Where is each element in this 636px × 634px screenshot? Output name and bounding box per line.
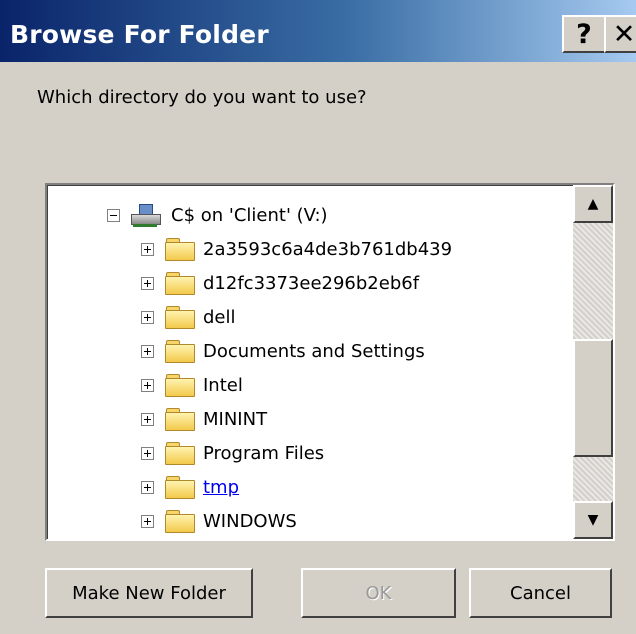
expand-icon[interactable] xyxy=(141,344,154,358)
tree-item-label: d12fc3373ee296b2eb6f xyxy=(203,272,420,294)
tree-root-label: C$ on 'Client' (V:) xyxy=(171,204,328,226)
tree-item-label: MININT xyxy=(203,408,268,430)
folder-icon xyxy=(165,238,195,261)
prompt-text: Which directory do you want to use? xyxy=(37,87,367,108)
expand-icon[interactable] xyxy=(141,412,154,426)
scroll-up-button[interactable]: ▲ xyxy=(573,185,613,223)
tree-item[interactable]: Program Files xyxy=(141,436,324,470)
vertical-scrollbar[interactable]: ▲ ▼ xyxy=(573,185,613,539)
folder-tree[interactable]: C$ on 'Client' (V:) 2a3593c6a4de3b761db4… xyxy=(45,183,615,541)
folder-icon xyxy=(165,306,195,329)
folder-icon xyxy=(165,510,195,533)
tree-item-selected[interactable]: tmp xyxy=(141,470,239,504)
folder-icon xyxy=(165,272,195,295)
tree-root[interactable]: C$ on 'Client' (V:) xyxy=(107,198,328,232)
expand-icon[interactable] xyxy=(141,514,154,528)
tree-item-label: Intel xyxy=(203,374,243,396)
expand-icon[interactable] xyxy=(141,242,154,256)
tree-item-label: Documents and Settings xyxy=(203,340,425,362)
expand-icon[interactable] xyxy=(141,378,154,392)
folder-icon xyxy=(165,340,195,363)
tree-content: C$ on 'Client' (V:) 2a3593c6a4de3b761db4… xyxy=(47,185,573,539)
tree-item[interactable]: 2a3593c6a4de3b761db439 xyxy=(141,232,452,266)
help-button[interactable]: ? xyxy=(562,15,606,53)
title-bar[interactable]: Browse For Folder ? ✕ xyxy=(0,0,636,62)
tree-item[interactable]: Intel xyxy=(141,368,243,402)
tree-item-label: WINDOWS xyxy=(203,510,297,532)
tree-item[interactable]: d12fc3373ee296b2eb6f xyxy=(141,266,419,300)
tree-item-label: dell xyxy=(203,306,236,328)
expand-icon[interactable] xyxy=(141,310,154,324)
tree-item-label: Program Files xyxy=(203,442,325,464)
tree-item[interactable]: Documents and Settings xyxy=(141,334,425,368)
tree-item[interactable]: WINDOWS xyxy=(141,504,297,538)
collapse-icon[interactable] xyxy=(107,208,120,222)
close-button[interactable]: ✕ xyxy=(604,15,636,53)
window-title: Browse For Folder xyxy=(10,20,269,49)
expand-icon[interactable] xyxy=(141,276,154,290)
cancel-button[interactable]: Cancel xyxy=(469,568,612,618)
folder-icon xyxy=(165,442,195,465)
tree-item-label: tmp xyxy=(203,476,240,498)
network-drive-icon xyxy=(129,202,163,228)
folder-icon xyxy=(165,408,195,431)
expand-icon[interactable] xyxy=(141,446,154,460)
ok-button[interactable]: OK xyxy=(301,568,456,618)
folder-icon xyxy=(165,374,195,397)
tree-item-label: 2a3593c6a4de3b761db439 xyxy=(203,238,453,260)
tree-item[interactable]: dell xyxy=(141,300,236,334)
scroll-down-button[interactable]: ▼ xyxy=(573,501,613,539)
folder-icon xyxy=(165,476,195,499)
tree-item[interactable]: MININT xyxy=(141,402,267,436)
make-new-folder-button[interactable]: Make New Folder xyxy=(45,568,253,618)
scroll-thumb[interactable] xyxy=(573,339,613,457)
expand-icon[interactable] xyxy=(141,480,154,494)
